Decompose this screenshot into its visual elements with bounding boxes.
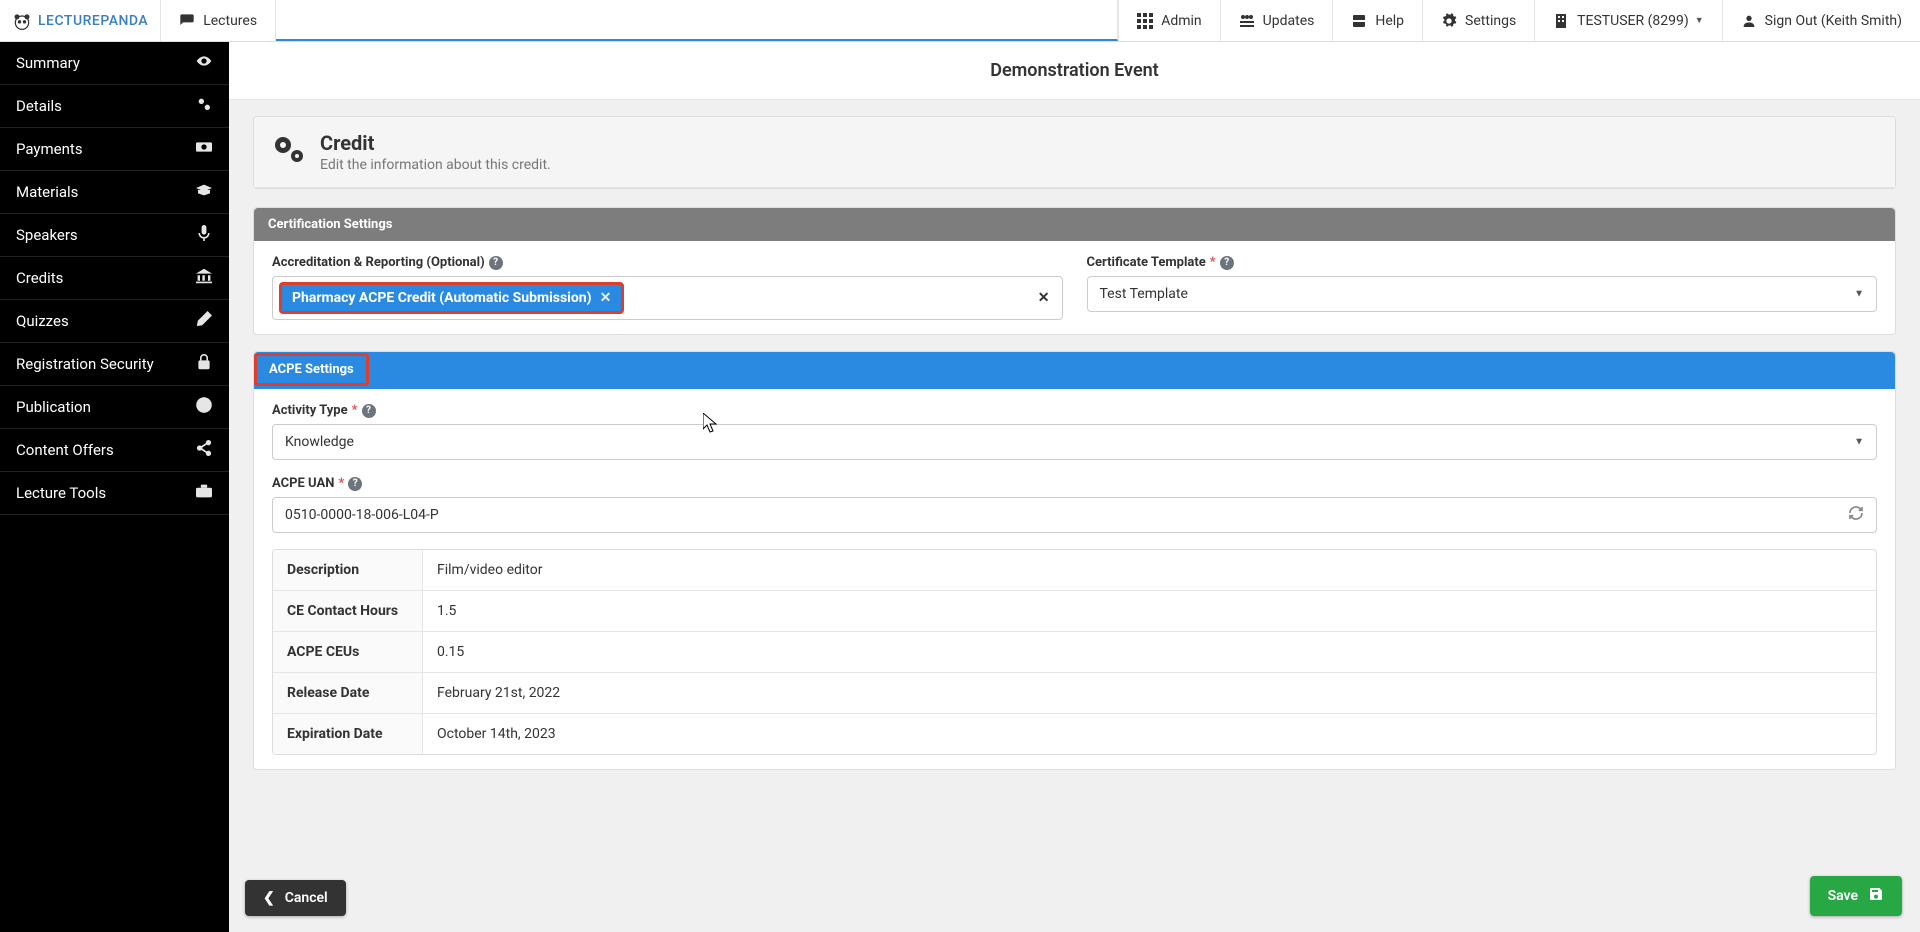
comment-icon [179, 13, 195, 29]
gears-icon [195, 96, 213, 116]
nav-spacer [276, 0, 1118, 41]
credit-panel: Credit Edit the information about this c… [253, 116, 1896, 189]
acpe-settings-section: ACPE Settings Activity Type* ? Knowledge… [253, 351, 1896, 770]
user-icon [1741, 13, 1757, 29]
lock-icon [195, 354, 213, 374]
nav-lectures[interactable]: Lectures [161, 0, 276, 41]
activity-type-label: Activity Type* ? [272, 403, 1877, 418]
nav-admin[interactable]: Admin [1118, 0, 1219, 41]
table-row: DescriptionFilm/video editor [273, 550, 1876, 591]
certification-section-header: Certification Settings [254, 208, 1895, 241]
microphone-icon [195, 225, 213, 245]
graduation-icon [195, 182, 213, 202]
chevron-left-icon: ❮ [263, 890, 275, 906]
pencil-icon [195, 311, 213, 331]
acpe-uan-label: ACPE UAN* ? [272, 476, 1877, 491]
credit-subtitle: Edit the information about this credit. [320, 157, 551, 173]
sidebar-item-content-offers[interactable]: Content Offers [0, 429, 229, 472]
sidebar-item-quizzes[interactable]: Quizzes [0, 300, 229, 343]
help-icon[interactable]: ? [1220, 256, 1234, 270]
cancel-button[interactable]: ❮ Cancel [245, 880, 346, 916]
sidebar-item-speakers[interactable]: Speakers [0, 214, 229, 257]
help-icon[interactable]: ? [362, 404, 376, 418]
nav-updates[interactable]: Updates [1220, 0, 1333, 41]
table-row: Release DateFebruary 21st, 2022 [273, 673, 1876, 714]
nav-help[interactable]: Help [1332, 0, 1422, 41]
help-icon[interactable]: ? [348, 477, 362, 491]
eye-icon [195, 53, 213, 73]
certificate-template-label: Certificate Template* ? [1087, 255, 1878, 270]
accreditation-input[interactable]: Pharmacy ACPE Credit (Automatic Submissi… [272, 276, 1063, 320]
clear-accreditation-icon[interactable]: ✕ [1038, 290, 1050, 306]
page-title: Demonstration Event [229, 42, 1920, 100]
save-icon [1868, 886, 1884, 906]
certificate-template-select[interactable]: Test Template ▼ [1087, 276, 1878, 312]
money-icon [195, 139, 213, 159]
nav-tenant[interactable]: TESTUSER (8299) ▼ [1534, 0, 1721, 41]
book-icon [1351, 13, 1367, 29]
acpe-details-table: DescriptionFilm/video editor CE Contact … [272, 549, 1877, 755]
credit-title: Credit [320, 131, 551, 155]
grid-icon [1137, 13, 1153, 29]
gear-icon [1441, 13, 1457, 29]
table-row: ACPE CEUs0.15 [273, 632, 1876, 673]
briefcase-icon [195, 483, 213, 503]
acpe-uan-input[interactable]: 0510-0000-18-006-L04-P [272, 497, 1877, 533]
sidebar-item-registration-security[interactable]: Registration Security [0, 343, 229, 386]
nav-signout[interactable]: Sign Out (Keith Smith) [1722, 0, 1920, 41]
building-icon [1553, 13, 1569, 29]
chevron-down-icon: ▼ [1695, 15, 1704, 26]
token-remove-icon[interactable]: ✕ [600, 290, 612, 306]
accreditation-token[interactable]: Pharmacy ACPE Credit (Automatic Submissi… [279, 282, 624, 314]
brand-text: LECTUREPANDA [38, 13, 148, 29]
sidebar-item-payments[interactable]: Payments [0, 128, 229, 171]
activity-type-select[interactable]: Knowledge ▼ [272, 424, 1877, 460]
help-icon[interactable]: ? [489, 256, 503, 270]
nav-settings[interactable]: Settings [1422, 0, 1534, 41]
sidebar-item-credits[interactable]: Credits [0, 257, 229, 300]
save-button[interactable]: Save [1810, 876, 1902, 916]
certification-settings-section: Certification Settings Accreditation & R… [253, 207, 1896, 335]
sidebar-item-lecture-tools[interactable]: Lecture Tools [0, 472, 229, 515]
table-row: Expiration DateOctober 14th, 2023 [273, 714, 1876, 754]
sidebar-item-publication[interactable]: Publication [0, 386, 229, 429]
table-row: CE Contact Hours1.5 [273, 591, 1876, 632]
brand-logo[interactable]: LECTUREPANDA [0, 0, 161, 41]
chevron-down-icon: ▼ [1854, 289, 1864, 300]
bank-icon [195, 268, 213, 288]
globe-icon [195, 397, 213, 417]
panda-icon [12, 10, 32, 32]
sidebar-item-materials[interactable]: Materials [0, 171, 229, 214]
main-content: Demonstration Event Credit Edit the info… [229, 42, 1920, 932]
chevron-down-icon: ▼ [1854, 437, 1864, 448]
accreditation-label: Accreditation & Reporting (Optional) ? [272, 255, 1063, 270]
acpe-section-header: ACPE Settings [254, 352, 1895, 389]
top-navbar: LECTUREPANDA Lectures Admin Updates Help… [0, 0, 1920, 42]
sidebar-item-details[interactable]: Details [0, 85, 229, 128]
refresh-icon[interactable] [1848, 505, 1864, 525]
sidebar: Summary Details Payments Materials Speak… [0, 42, 229, 932]
people-icon [1239, 13, 1255, 29]
gears-icon [272, 134, 306, 171]
share-icon [195, 440, 213, 460]
sidebar-item-summary[interactable]: Summary [0, 42, 229, 85]
